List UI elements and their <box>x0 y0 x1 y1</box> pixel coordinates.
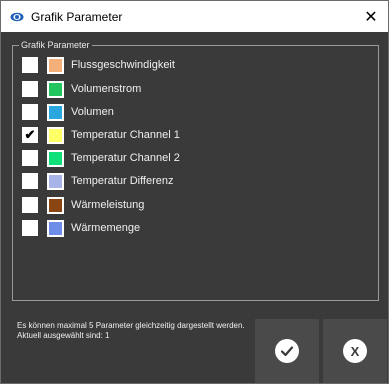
param-label: Volumenstrom <box>71 83 142 95</box>
color-swatch-fill <box>49 128 62 142</box>
param-checkbox[interactable] <box>22 220 38 236</box>
param-checkbox[interactable] <box>22 104 38 120</box>
param-label: Volumen <box>71 106 114 118</box>
color-swatch[interactable] <box>47 196 64 214</box>
param-row: Flussgeschwindigkeit <box>13 56 313 74</box>
param-row: Volumenstrom <box>13 80 313 98</box>
parameter-group: Grafik Parameter Flussgeschwindigkeit Vol… <box>12 39 379 301</box>
color-swatch-fill <box>49 82 62 96</box>
param-checkbox[interactable] <box>22 173 38 189</box>
param-row: Temperatur Channel 2 <box>13 149 313 167</box>
param-row: Wärmemenge <box>13 219 313 237</box>
param-label: Temperatur Channel 1 <box>71 129 180 141</box>
color-swatch[interactable] <box>47 56 64 74</box>
check-icon <box>275 339 299 363</box>
color-swatch-fill <box>49 58 62 72</box>
param-checkbox[interactable] <box>22 57 38 73</box>
color-swatch[interactable] <box>47 103 64 121</box>
param-label: Flussgeschwindigkeit <box>71 59 175 71</box>
param-label: Wärmemenge <box>71 222 141 234</box>
color-swatch-fill <box>49 105 62 119</box>
cancel-label: X <box>350 343 360 359</box>
color-swatch-fill <box>49 221 62 235</box>
cancel-button[interactable]: X <box>323 319 387 383</box>
param-label: Temperatur Channel 2 <box>71 152 180 164</box>
window-title: Grafik Parameter <box>31 9 123 24</box>
param-checkbox[interactable] <box>22 197 38 213</box>
close-button[interactable]: ✕ <box>354 1 388 32</box>
color-swatch[interactable] <box>47 126 64 144</box>
param-checkbox[interactable]: ✔ <box>22 127 38 143</box>
color-swatch[interactable] <box>47 149 64 167</box>
dialog-window: Grafik Parameter ✕ Grafik Parameter Flus… <box>0 0 389 384</box>
x-icon: X <box>343 339 367 363</box>
param-row: Temperatur Differenz <box>13 172 313 190</box>
group-legend: Grafik Parameter <box>19 39 92 51</box>
color-swatch-fill <box>49 174 62 188</box>
param-checkbox[interactable] <box>22 81 38 97</box>
app-eye-icon <box>10 12 24 22</box>
color-swatch-fill <box>49 198 62 212</box>
param-label: Temperatur Differenz <box>71 175 174 187</box>
color-swatch[interactable] <box>47 219 64 237</box>
ok-button[interactable] <box>255 319 319 383</box>
checkmark-icon: ✔ <box>24 127 36 142</box>
param-checkbox[interactable] <box>22 150 38 166</box>
title-bar[interactable]: Grafik Parameter ✕ <box>1 1 388 32</box>
close-icon: ✕ <box>364 8 378 26</box>
param-row: Wärmeleistung <box>13 196 313 214</box>
info-text: Es können maximal 5 Parameter gleichzeit… <box>17 321 245 340</box>
param-label: Wärmeleistung <box>71 199 145 211</box>
param-row: Volumen <box>13 103 313 121</box>
color-swatch[interactable] <box>47 172 64 190</box>
color-swatch[interactable] <box>47 80 64 98</box>
param-row: ✔ Temperatur Channel 1 <box>13 126 313 144</box>
color-swatch-fill <box>49 151 62 165</box>
